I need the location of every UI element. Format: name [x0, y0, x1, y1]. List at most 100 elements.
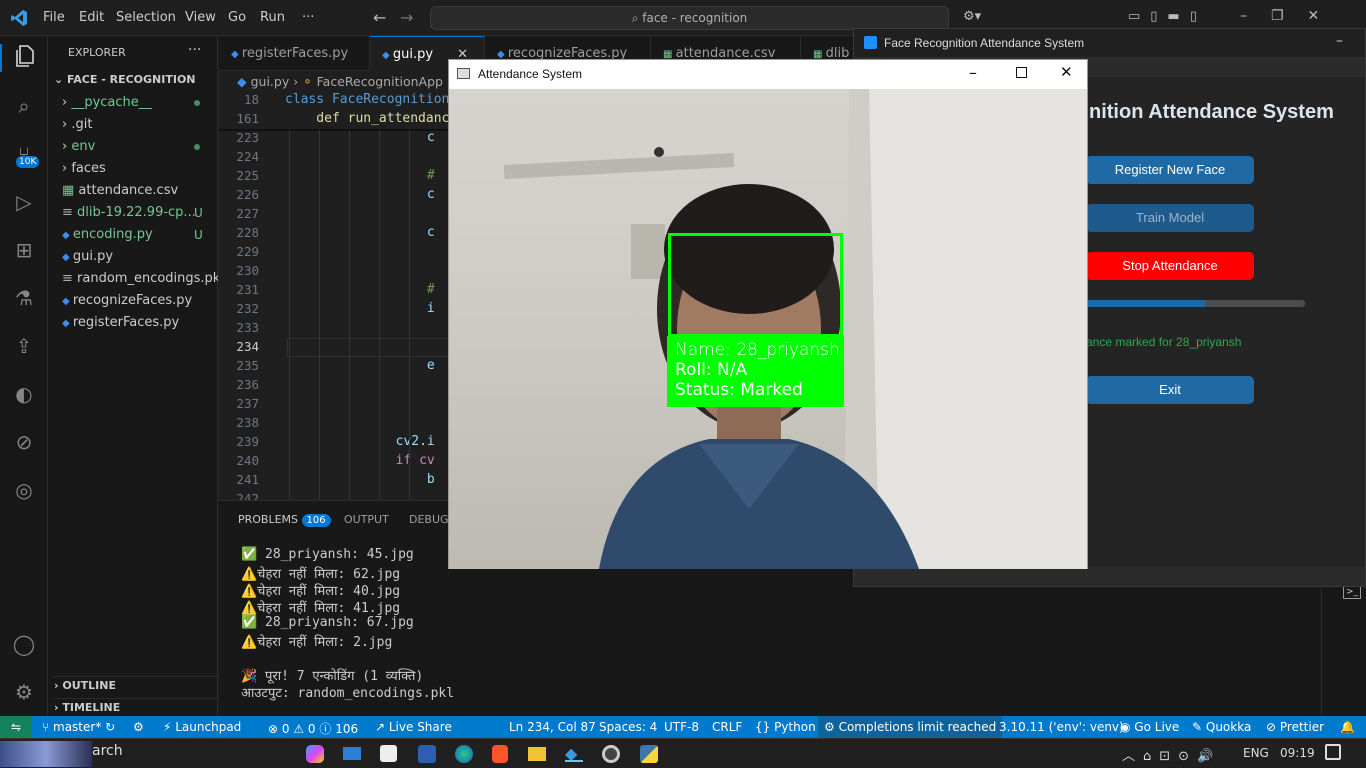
tree-file[interactable]: ▦ attendance.csv [48, 180, 218, 202]
remote-indicator[interactable]: ⇋ [0, 716, 32, 738]
tree-file[interactable]: ◆ recognizeFaces.py [48, 290, 218, 312]
start-thumbnail[interactable] [0, 741, 92, 767]
tree-file[interactable]: ≡ dlib-19.22.99-cp... U [48, 202, 218, 224]
cursor-position[interactable]: Ln 234, Col 87 [509, 720, 596, 734]
menu-item[interactable]: File [43, 10, 65, 25]
exit-button[interactable]: Exit [1086, 376, 1254, 404]
tree-folder[interactable]: › env [48, 136, 218, 158]
double-check-icon: ⊘ [1266, 720, 1280, 734]
brave-icon[interactable] [492, 745, 508, 763]
accounts-icon[interactable]: ◯ [10, 630, 38, 658]
app-icon-4[interactable] [418, 745, 436, 763]
file-explorer-icon[interactable] [528, 747, 546, 761]
cv-close-icon[interactable]: ✕ [1060, 63, 1073, 81]
line-number: 234 [236, 339, 259, 354]
register-face-button[interactable]: Register New Face [1086, 156, 1254, 184]
breadcrumb-symbol[interactable]: FaceRecognitionApp [317, 74, 443, 89]
outline-label: OUTLINE [62, 679, 116, 692]
timeline-section[interactable]: › TIMELINE [54, 698, 218, 714]
tab-debug[interactable]: DEBUG [409, 513, 449, 526]
more-actions-icon[interactable]: ··· [188, 42, 201, 58]
menu-item[interactable]: ··· [302, 10, 314, 25]
back-arrow-icon[interactable]: ← [373, 8, 386, 27]
sticky-scroll-line[interactable]: class FaceRecognition [285, 92, 449, 107]
cv-titlebar: Attendance System – ✕ [449, 60, 1087, 89]
problems-indicator[interactable]: ⊗ 0 ⚠ 0 ⓘ 106 [268, 720, 358, 737]
settings-gear-icon[interactable]: ⚙ [10, 678, 38, 706]
tab-output[interactable]: OUTPUT [344, 513, 389, 526]
input-language[interactable]: ENG [1243, 746, 1269, 760]
sync-icon[interactable]: ⚙ [133, 720, 144, 734]
tree-file[interactable]: ◆ encoding.py U [48, 224, 218, 246]
end-of-line[interactable]: CRLF [712, 720, 742, 734]
workspace-section-header[interactable]: ⌄ FACE - RECOGNITION [54, 73, 196, 86]
info-count: 106 [335, 722, 359, 736]
obs-icon[interactable] [602, 745, 620, 763]
sticky-scroll-line[interactable]: def run_attendanc [285, 111, 449, 126]
stop-attendance-button[interactable]: Stop Attendance [1086, 252, 1254, 280]
completions-status[interactable]: ⚙ Completions limit reached [818, 716, 1003, 738]
extensions-icon[interactable]: ⊞ [10, 236, 38, 264]
taskbar-search[interactable]: arch [92, 743, 123, 765]
menu-item[interactable]: View [185, 10, 216, 25]
search-icon[interactable]: ⌕ [10, 92, 38, 120]
line-number: 223 [236, 130, 259, 145]
menu-item[interactable]: Run [260, 10, 285, 25]
go-live-button[interactable]: ◉ Go Live [1120, 720, 1179, 734]
edge-icon[interactable] [455, 745, 473, 763]
cv-minimize-icon[interactable]: – [969, 63, 977, 82]
prettier-button[interactable]: ⊘ Prettier [1266, 720, 1324, 734]
language-mode[interactable]: {} Python [755, 720, 816, 734]
tree-file[interactable]: ◆ gui.py [48, 246, 218, 268]
copilot-app-icon[interactable] [306, 745, 324, 763]
breadcrumb-file[interactable]: gui.py [251, 74, 290, 89]
run-debug-icon[interactable]: ▷ [10, 188, 38, 216]
forward-arrow-icon[interactable]: → [400, 8, 413, 27]
terminal-icon[interactable]: >_ [1343, 585, 1361, 599]
cv-maximize-icon[interactable] [1016, 67, 1027, 78]
docker-icon[interactable]: ◎ [10, 476, 38, 504]
launchpad-item[interactable]: ⚡ Launchpad [163, 720, 241, 734]
menu-item[interactable]: Go [228, 10, 246, 25]
git-graph-icon[interactable]: ⊘ [10, 428, 38, 456]
remote-explorer-icon[interactable]: ⇪ [10, 332, 38, 360]
explorer-sidebar: EXPLORER ··· ⌄ FACE - RECOGNITION › __py… [48, 36, 218, 716]
outline-section[interactable]: › OUTLINE [54, 676, 218, 692]
copilot-icon[interactable]: ⚙▾ [963, 9, 981, 24]
status-bar: ⇋ ⑂ master* ↻ ⚙ ⚡ Launchpad ⊗ 0 ⚠ 0 ⓘ 10… [0, 716, 1366, 738]
live-share-button[interactable]: ↗ Live Share [375, 720, 452, 734]
tk-minimize-icon[interactable]: – [1336, 33, 1343, 49]
tree-file[interactable]: ≡ random_encodings.pkl [48, 268, 218, 290]
python-interpreter[interactable]: 3.10.11 ('env': venv) [999, 720, 1124, 734]
tree-folder[interactable]: › .git [48, 114, 218, 136]
layout-controls[interactable]: ▭▯▬▯ [1128, 9, 1207, 24]
live-share-icon[interactable]: ◐ [10, 380, 38, 408]
tab-problems[interactable]: PROBLEMS 106 [238, 513, 331, 527]
tree-item-label: recognizeFaces.py [72, 293, 193, 308]
clock[interactable]: 09:19 [1280, 746, 1315, 760]
quokka-button[interactable]: ✎ Quokka [1192, 720, 1251, 734]
mail-icon[interactable] [343, 747, 361, 760]
file-encoding[interactable]: UTF-8 [664, 720, 699, 734]
command-center-search[interactable]: ⌕ face - recognition [430, 6, 949, 30]
notifications-bell-icon[interactable]: 🔔 [1340, 720, 1355, 734]
store-icon[interactable] [380, 745, 397, 762]
file-icon: ≡ [62, 271, 78, 286]
tree-file[interactable]: ◆ registerFaces.py [48, 312, 218, 334]
tree-folder[interactable]: › faces [48, 158, 218, 180]
branch-indicator[interactable]: ⑂ master* ↻ [42, 720, 115, 734]
menu-item[interactable]: Selection [116, 10, 176, 25]
testing-icon[interactable]: ⚗ [10, 284, 38, 312]
tree-folder[interactable]: › __pycache__ [48, 92, 218, 114]
menu-item[interactable]: Edit [79, 10, 104, 25]
cv-app-icon [457, 68, 470, 79]
vscode-taskbar-icon[interactable]: ◆ [565, 744, 583, 763]
train-model-button[interactable]: Train Model [1086, 204, 1254, 232]
explorer-icon[interactable] [0, 44, 48, 72]
notification-center-icon[interactable] [1325, 744, 1341, 760]
python-taskbar-icon[interactable] [640, 745, 658, 763]
system-tray[interactable]: ︿⌂⊡⊙🔊 [1122, 745, 1221, 764]
editor-tab[interactable]: ◆ registerFaces.py [219, 36, 370, 71]
window-controls[interactable]: –❐✕ [1240, 8, 1343, 24]
indentation[interactable]: Spaces: 4 [599, 720, 657, 734]
